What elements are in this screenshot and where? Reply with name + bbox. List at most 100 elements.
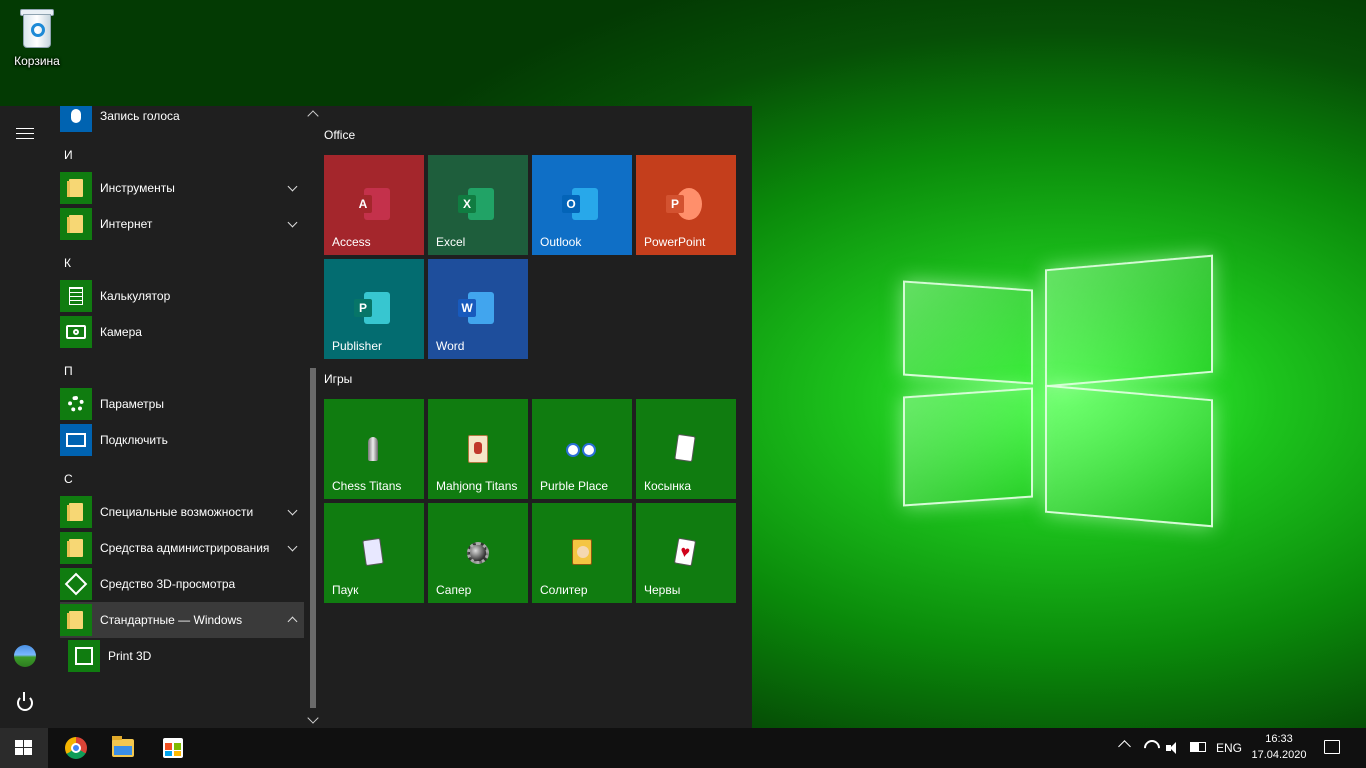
file-explorer-icon <box>112 736 134 757</box>
tile-spider[interactable]: Паук <box>324 503 424 603</box>
battery-icon[interactable] <box>1190 742 1206 752</box>
hamburger-menu-icon[interactable] <box>16 128 34 140</box>
tile-outlook[interactable]: O Outlook <box>532 155 632 255</box>
tile-mahjong-titans[interactable]: Mahjong Titans <box>428 399 528 499</box>
folder-icon <box>60 496 92 528</box>
app-item-label: Камера <box>100 325 142 339</box>
clock[interactable]: 16:33 17.04.2020 <box>1248 731 1310 763</box>
show-hidden-icons-chevron-icon[interactable] <box>1118 740 1131 753</box>
start-menu: Запись голоса И Инструменты Интернет К К… <box>0 106 752 728</box>
letter-header[interactable]: С <box>64 472 73 486</box>
tile-klondike[interactable]: Косынка <box>636 399 736 499</box>
taskbar-store[interactable] <box>148 728 196 768</box>
clock-date: 17.04.2020 <box>1251 749 1307 761</box>
recycle-bin-icon <box>18 6 56 50</box>
app-item-label: Запись голоса <box>100 109 180 123</box>
wallpaper-windows-logo <box>895 240 1225 535</box>
clock-time: 16:33 <box>1265 733 1293 745</box>
tile-word[interactable]: W Word <box>428 259 528 359</box>
taskbar-chrome[interactable] <box>51 728 99 768</box>
app-item-label: Print 3D <box>108 649 152 663</box>
tile-label: Chess Titans <box>332 479 402 493</box>
access-icon: A <box>354 188 390 220</box>
app-item-admin-tools-folder[interactable]: Средства администрирования <box>60 530 304 566</box>
app-item-voice-recorder[interactable]: Запись голоса <box>60 106 304 134</box>
tile-label: Outlook <box>540 235 582 249</box>
network-icon[interactable] <box>1140 736 1164 760</box>
store-icon <box>163 738 183 758</box>
tile-label: Солитер <box>540 583 588 597</box>
taskbar-file-explorer[interactable] <box>99 728 147 768</box>
scrollbar-thumb[interactable] <box>310 368 316 708</box>
tile-hearts[interactable]: ♥ Червы <box>636 503 736 603</box>
app-list: Запись голоса И Инструменты Интернет К К… <box>56 106 306 728</box>
word-icon: W <box>458 292 494 324</box>
letter-header[interactable]: П <box>64 364 73 378</box>
app-item-internet-folder[interactable]: Интернет <box>60 206 304 242</box>
scroll-up-icon[interactable] <box>307 110 319 122</box>
taskbar: ENG 16:33 17.04.2020 <box>0 728 1366 768</box>
chevron-down-icon <box>287 541 298 552</box>
app-item-connect[interactable]: Подключить <box>60 422 304 458</box>
app-list-scrollbar[interactable] <box>306 106 320 728</box>
publisher-icon: P <box>354 292 390 324</box>
gear-icon <box>60 388 92 420</box>
app-item-3d-viewer[interactable]: Средство 3D-просмотра <box>60 566 304 602</box>
recycle-bin-label: Корзина <box>14 54 60 68</box>
outlook-icon: O <box>562 188 598 220</box>
tile-label: Червы <box>644 583 681 597</box>
tile-label: Косынка <box>644 479 692 493</box>
start-button[interactable] <box>0 728 48 768</box>
app-item-label: Средства администрирования <box>100 541 270 555</box>
tile-label: Word <box>436 339 465 353</box>
app-item-camera[interactable]: Камера <box>60 314 304 350</box>
tile-label: Purble Place <box>540 479 609 493</box>
app-item-print-3d[interactable]: Print 3D <box>68 638 304 674</box>
print-3d-icon <box>68 640 100 672</box>
tile-label: Сапер <box>436 583 472 597</box>
camera-icon <box>60 316 92 348</box>
tile-chess-titans[interactable]: Chess Titans <box>324 399 424 499</box>
windows-logo-icon <box>15 740 33 756</box>
tile-access[interactable]: A Access <box>324 155 424 255</box>
folder-icon <box>60 172 92 204</box>
volume-icon[interactable] <box>1166 741 1182 755</box>
tile-purble-place[interactable]: Purble Place <box>532 399 632 499</box>
minesweeper-icon <box>462 537 494 569</box>
tile-minesweeper[interactable]: Сапер <box>428 503 528 603</box>
connect-icon <box>60 424 92 456</box>
chrome-icon <box>65 737 87 759</box>
app-item-calculator[interactable]: Калькулятор <box>60 278 304 314</box>
tile-label: Паук <box>332 583 359 597</box>
hearts-icon: ♥ <box>670 537 702 569</box>
scroll-down-icon[interactable] <box>307 712 319 724</box>
tile-freecell[interactable]: Солитер <box>532 503 632 603</box>
user-avatar[interactable] <box>14 645 36 667</box>
app-item-label: Параметры <box>100 397 164 411</box>
tile-excel[interactable]: X Excel <box>428 155 528 255</box>
power-icon[interactable] <box>17 692 33 711</box>
app-item-label: Средство 3D-просмотра <box>100 577 236 591</box>
tile-label: Mahjong Titans <box>436 479 518 493</box>
language-indicator[interactable]: ENG <box>1216 741 1242 755</box>
spider-solitaire-icon <box>358 537 390 569</box>
tile-powerpoint[interactable]: P PowerPoint <box>636 155 736 255</box>
app-item-label: Интернет <box>100 217 153 231</box>
app-item-label: Инструменты <box>100 181 175 195</box>
tile-publisher[interactable]: P Publisher <box>324 259 424 359</box>
tile-group-title-games[interactable]: Игры <box>324 372 352 386</box>
letter-header[interactable]: К <box>64 256 71 270</box>
notification-center-icon[interactable] <box>1324 740 1340 754</box>
desktop-recycle-bin[interactable]: Корзина <box>8 6 66 68</box>
tile-group-title-office[interactable]: Office <box>324 128 355 142</box>
chevron-up-icon <box>287 616 298 627</box>
app-item-tools-folder[interactable]: Инструменты <box>60 170 304 206</box>
chevron-down-icon <box>287 505 298 516</box>
letter-header[interactable]: И <box>64 148 73 162</box>
app-item-label: Подключить <box>100 433 168 447</box>
mahjong-icon <box>462 433 494 465</box>
app-item-settings[interactable]: Параметры <box>60 386 304 422</box>
app-item-accessibility-folder[interactable]: Специальные возможности <box>60 494 304 530</box>
app-item-accessories-folder[interactable]: Стандартные — Windows <box>60 602 304 638</box>
tile-label: Publisher <box>332 339 383 353</box>
